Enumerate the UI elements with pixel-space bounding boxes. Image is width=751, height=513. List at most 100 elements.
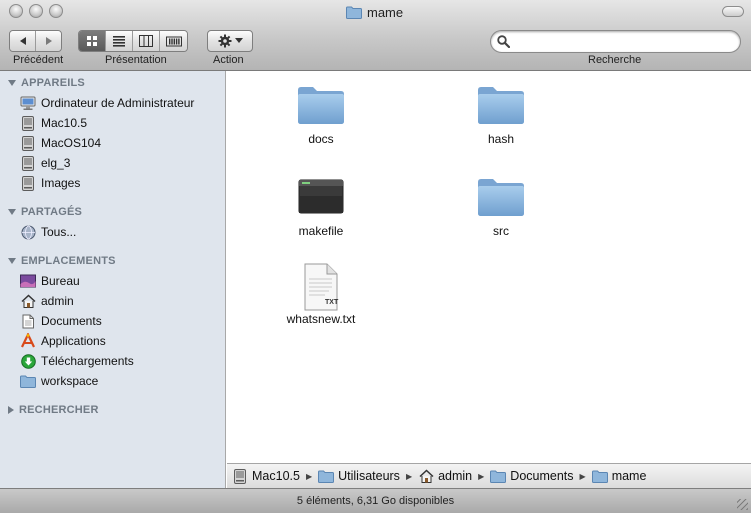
back-label: Précédent [13,54,64,66]
file-name: src [493,224,509,238]
file-item-hash[interactable]: hash [446,84,556,146]
path-item-label: mame [611,469,647,483]
view-switcher [78,30,188,52]
sidebar-item-computer[interactable]: Ordinateur de Administrateur [20,94,194,112]
desktop-icon [20,273,36,289]
disclosure-triangle-icon [8,406,14,414]
icon-view-button[interactable] [79,31,106,51]
disclosure-triangle-icon [8,80,16,86]
disclosure-triangle-icon [8,258,16,264]
applications-icon [20,333,36,349]
sidebar-item-label: Ordinateur de Administrateur [41,96,195,110]
forward-button[interactable] [36,31,61,51]
file-name: makefile [298,224,344,238]
path-item-documents[interactable]: Documents [490,468,574,484]
sidebar-item-label: Bureau [41,274,80,288]
back-arrow-icon [19,37,26,45]
path-separator-icon: ▶ [305,471,313,481]
executable-icon [298,179,344,214]
cover-flow-button[interactable] [160,31,187,51]
gear-icon [218,34,231,48]
hard-drive-icon [20,175,36,191]
sidebar-item-admin[interactable]: admin [20,292,74,310]
sidebar-section-places[interactable]: EMPLACEMENTS [8,255,116,267]
hard-drive-icon [20,155,36,171]
path-item-mac105[interactable]: Mac10.5 [232,468,300,484]
sidebar-section-title: RECHERCHER [19,404,99,416]
zoom-window-button[interactable] [49,4,63,18]
column-view-button[interactable] [133,31,160,51]
file-item-makefile[interactable]: makefile [266,176,376,238]
file-name: hash [487,132,515,146]
file-type-badge: TXT [325,299,339,306]
close-window-button[interactable] [9,4,23,18]
sidebar-item-label: Applications [41,334,106,348]
sidebar-item-workspace[interactable]: workspace [20,372,98,390]
documents-icon [20,313,36,329]
sidebar-item-label: Téléchargements [41,354,134,368]
minimize-window-button[interactable] [29,4,43,18]
path-item-admin[interactable]: admin [418,468,472,484]
back-button[interactable] [10,31,36,51]
hard-drive-icon [20,135,36,151]
forward-arrow-icon [45,37,52,45]
folder-icon [478,179,524,216]
folder-icon [20,373,36,389]
sidebar-section-shared[interactable]: PARTAGÉS [8,206,82,218]
action-label: Action [213,54,244,66]
list-view-button[interactable] [106,31,133,51]
computer-icon [20,95,36,111]
folder-icon [591,468,608,484]
folder-icon [490,468,507,484]
sidebar: APPAREILS Ordinateur de Administrateur M… [0,71,226,488]
resize-grip[interactable] [737,499,748,510]
sidebar-item-label: Documents [41,314,102,328]
sidebar-item-bureau[interactable]: Bureau [20,272,80,290]
sidebar-item-macos104[interactable]: MacOS104 [20,134,101,152]
search-field[interactable] [490,30,741,53]
downloads-icon [20,353,36,369]
sidebar-section-search[interactable]: RECHERCHER [8,404,99,416]
file-item-docs[interactable]: docs [266,84,376,146]
disclosure-triangle-icon [8,209,16,215]
path-separator-icon: ▶ [478,471,485,481]
list-view-icon [113,36,125,47]
window-title: mame [346,3,403,21]
path-separator-icon: ▶ [405,471,413,481]
status-text: 5 éléments, 6,31 Go disponibles [296,495,455,507]
sidebar-item-label: Tous... [41,225,77,239]
folder-icon [478,87,524,124]
sidebar-item-all[interactable]: Tous... [20,223,76,241]
sidebar-section-title: PARTAGÉS [21,206,83,218]
sidebar-item-elg3[interactable]: elg_3 [20,154,70,172]
sidebar-item-label: MacOS104 [41,136,102,150]
path-item-label: admin [438,469,473,483]
finder-window: mame Précédent Présentation Action Reche… [0,0,751,513]
path-bar: Mac10.5 ▶ Utilisateurs ▶ admin ▶ Documen… [227,463,751,488]
sidebar-section-title: EMPLACEMENTS [21,255,116,267]
path-item-label: Mac10.5 [252,469,300,483]
sidebar-item-applications[interactable]: Applications [20,332,106,350]
file-item-src[interactable]: src [446,176,556,238]
file-item-whatsnew[interactable]: TXT whatsnew.txt [266,262,376,326]
home-icon [20,293,36,309]
path-item-utilisateurs[interactable]: Utilisateurs [318,468,400,484]
sidebar-item-downloads[interactable]: Téléchargements [20,352,134,370]
cover-flow-icon [165,36,182,47]
sidebar-item-images[interactable]: Images [20,174,80,192]
view-label: Présentation [105,54,167,66]
file-name: docs [308,132,334,146]
sidebar-section-devices[interactable]: APPAREILS [8,77,85,89]
sidebar-item-mac105[interactable]: Mac10.5 [20,114,87,132]
search-icon [497,35,510,48]
action-button[interactable] [207,30,253,52]
sidebar-item-documents[interactable]: Documents [20,312,102,330]
path-separator-icon: ▶ [579,471,586,481]
folder-icon [346,4,362,20]
column-view-icon [139,35,153,47]
sidebar-item-label: Images [41,176,81,190]
icon-view-icon [87,36,97,46]
hard-drive-icon [20,115,36,131]
path-item-mame[interactable]: mame [591,468,647,484]
toolbar-toggle-button[interactable] [722,6,744,17]
